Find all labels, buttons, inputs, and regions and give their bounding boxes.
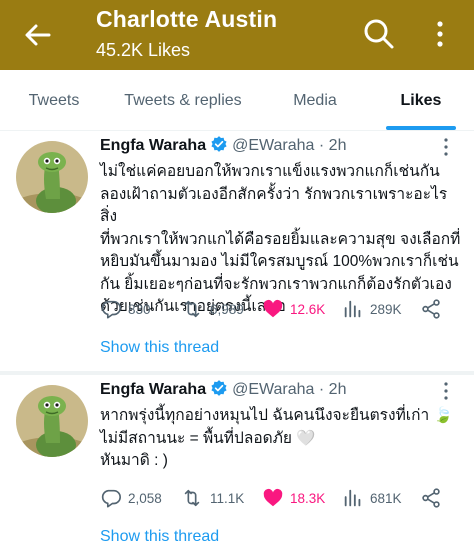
more-vertical-icon [444,382,448,400]
author-name[interactable]: Engfa Waraha [100,381,206,398]
dinosaur-avatar-image [16,385,88,457]
search-button[interactable] [362,17,396,51]
avatar[interactable] [16,385,88,457]
tweet-header: Engfa Waraha @EWaraha · 2h [100,379,346,403]
like-button[interactable]: 12.6K [262,296,325,322]
profile-tabs: Tweets Tweets & replies Media Likes [0,70,474,131]
more-vertical-icon [444,138,448,156]
views-button[interactable]: 289K [342,296,402,322]
share-button[interactable] [420,296,448,322]
more-vertical-icon [437,21,443,47]
back-button[interactable] [22,19,54,51]
heart-filled-icon [263,299,283,318]
retweet-count: 11.1K [210,490,245,506]
tweet-more-button[interactable] [440,381,452,401]
reply-button[interactable]: 830 [100,296,151,322]
share-button[interactable] [420,485,448,511]
like-button[interactable]: 18.3K [262,485,325,511]
tweet-time[interactable]: 2h [329,137,347,154]
tweet-actions: 2,058 11.1K 18.3K 681K [100,485,460,511]
tab-tweets-replies[interactable]: Tweets & replies [108,70,258,130]
top-app-bar: Charlotte Austin 45.2K Likes [0,0,474,70]
share-icon [422,299,440,319]
analytics-bar-icon [344,489,361,507]
reply-button[interactable]: 2,058 [100,485,162,511]
like-count: 12.6K [290,301,326,317]
retweet-button[interactable]: 11.1K [180,485,244,511]
tweet-header: Engfa Waraha @EWaraha · 2h [100,135,346,159]
tweet-text: หากพรุ่งนี้ทุกอย่างหมุนไป ฉันคนนึงจะยืนต… [100,407,453,469]
author-name[interactable]: Engfa Waraha [100,137,206,154]
separator-dot: · [318,381,325,398]
dinosaur-avatar-image [16,141,88,213]
arrow-left-icon [25,24,51,46]
view-count: 681K [370,490,402,506]
separator-dot: · [318,137,325,154]
tweet[interactable]: Engfa Waraha @EWaraha · 2h ไม่ใช่แค่คอยบอ… [0,131,474,371]
show-thread-link[interactable]: Show this thread [100,339,219,357]
profile-name: Charlotte Austin [96,6,278,32]
likes-count: 45.2K Likes [96,40,191,60]
retweet-icon [184,300,200,318]
tweet-text: ไม่ใช่แค่คอยบอกให้พวกเราแข็งแรงพวกแกก็เช… [100,163,461,315]
heart-filled-icon [263,488,283,507]
search-icon [364,19,394,49]
analytics-bar-icon [344,300,361,318]
author-handle[interactable]: @EWaraha [232,381,314,398]
retweet-count: 6,989 [210,301,244,317]
avatar[interactable] [16,141,88,213]
reply-icon [101,300,121,319]
reply-count: 830 [128,301,151,317]
verified-badge-icon [210,135,228,158]
retweet-icon [184,489,200,507]
reply-count: 2,058 [128,490,162,506]
more-options-button[interactable] [430,17,450,51]
show-thread-link[interactable]: Show this thread [100,528,219,546]
author-handle[interactable]: @EWaraha [232,137,314,154]
tab-media[interactable]: Media [270,70,360,130]
active-tab-indicator [386,126,456,130]
tab-tweets[interactable]: Tweets [8,70,100,130]
view-count: 289K [370,301,402,317]
share-icon [422,488,440,508]
like-count: 18.3K [290,490,326,506]
retweet-button[interactable]: 6,989 [180,296,244,322]
views-button[interactable]: 681K [342,485,402,511]
tweet-more-button[interactable] [440,137,452,157]
tab-likes[interactable]: Likes [376,70,466,130]
tweet-actions: 830 6,989 12.6K 289K [100,296,460,322]
verified-badge-icon [210,379,228,402]
tweet[interactable]: Engfa Waraha @EWaraha · 2h หากพรุ่งนี้ทุก… [0,375,474,556]
tweet-time[interactable]: 2h [329,381,347,398]
reply-icon [101,489,121,508]
